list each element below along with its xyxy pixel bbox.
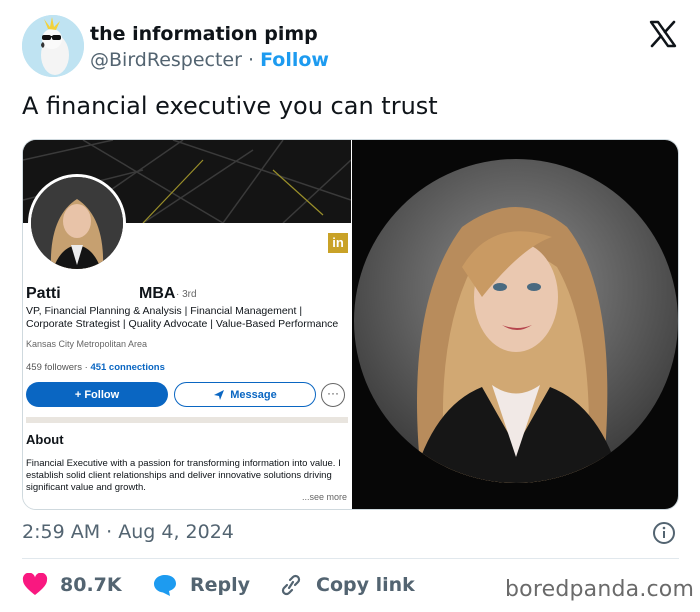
send-icon [214,389,225,400]
linkedin-follow-button: + Follow [26,382,168,407]
portrait-image [354,159,678,483]
linkedin-logo-icon: in [328,233,348,253]
message-label: Message [230,388,277,401]
link-icon [281,574,301,596]
linkedin-message-button: Message [174,382,316,407]
follow-button[interactable]: Follow [260,49,329,71]
tweet-timestamp[interactable]: 2:59 AM · Aug 4, 2024 [22,521,234,543]
followers-count: 459 followers [26,362,82,373]
linkedin-profile-screenshot: in Patti MBA · 3rd VP, Financial Plannin… [23,140,351,509]
like-count: 80.7K [60,574,122,596]
tweet-header: the information pimp @BirdRespecter · Fo… [22,15,682,79]
profile-name: Patti [26,285,61,302]
copy-link-label: Copy link [316,574,415,596]
see-more-link: ...see more [301,492,347,502]
tweet-text: A financial executive you can trust [22,92,438,120]
profile-stats: 459 followers · 451 connections [26,362,165,373]
reply-label: Reply [190,574,251,596]
more-options-icon: ··· [321,383,345,407]
reply-bubble-icon [154,575,176,596]
about-title: About [26,432,64,447]
watermark: boredpanda.com [505,577,695,602]
profile-photo-art [31,177,123,269]
author-handle[interactable]: @BirdRespecter [90,49,242,71]
like-button[interactable]: 80.7K [22,570,122,600]
profile-suffix: MBA [139,285,176,302]
x-logo-icon[interactable] [648,19,678,49]
profile-headline: VP, Financial Planning & Analysis | Fina… [26,305,339,330]
connections-count: 451 connections [90,362,165,373]
connection-degree: · 3rd [176,289,197,300]
profile-location: Kansas City Metropolitan Area [26,339,148,349]
linkedin-profile-photo [28,174,126,272]
handle-separator: · [247,49,255,71]
info-icon[interactable] [652,521,676,545]
portrait-panel [352,140,678,509]
copy-link-button[interactable]: Copy link [278,570,415,600]
reply-button[interactable]: Reply [152,570,250,600]
section-divider [26,417,348,423]
cockatoo-avatar-icon [22,15,84,77]
author-name[interactable]: the information pimp [90,23,318,45]
author-handle-line: @BirdRespecter · Follow [90,49,329,71]
actions-divider [22,558,679,559]
about-text: Financial Executive with a passion for t… [26,458,341,493]
heart-icon [22,573,48,595]
author-avatar[interactable] [22,15,84,77]
tweet-media[interactable]: in Patti MBA · 3rd VP, Financial Plannin… [22,139,679,510]
